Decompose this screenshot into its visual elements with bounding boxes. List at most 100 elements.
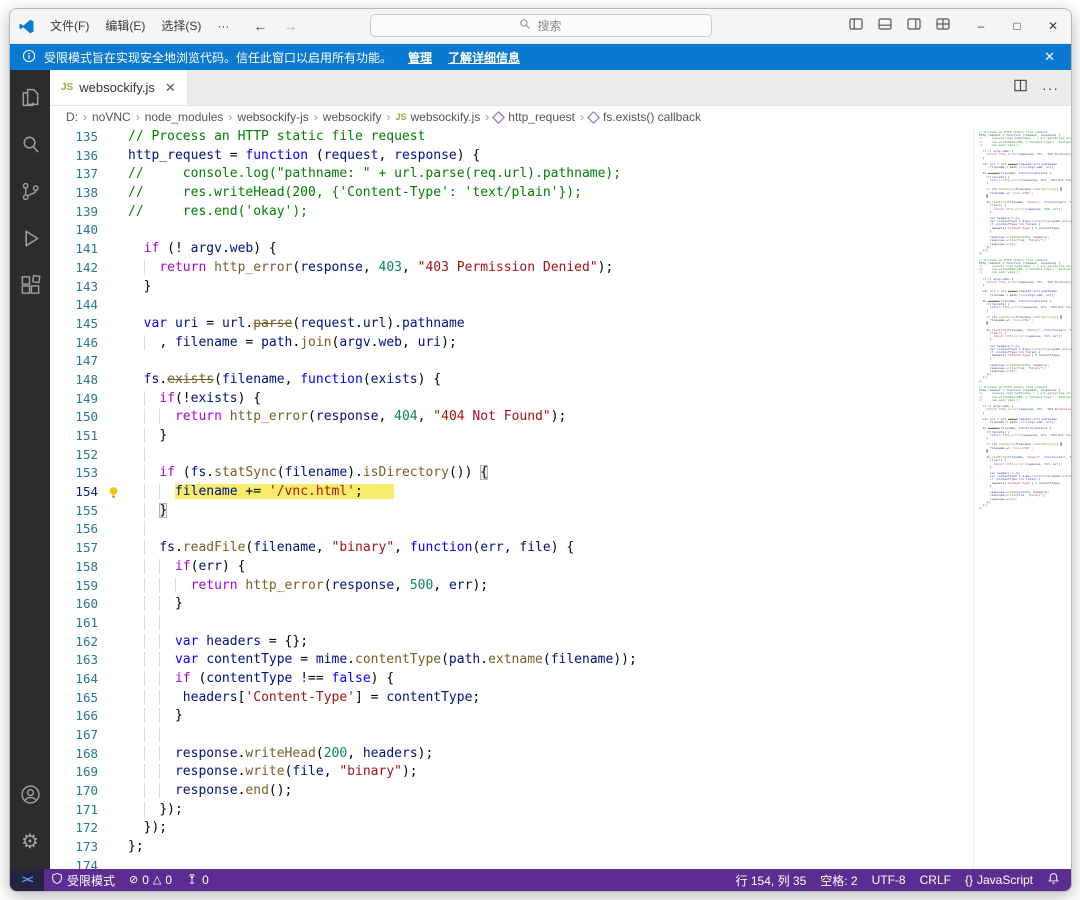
code-editor[interactable]: 135 // Process an HTTP static file reques…	[50, 128, 973, 869]
code-line[interactable]: 147	[50, 352, 973, 371]
code-line[interactable]: 141 if (! argv.web) {	[50, 240, 973, 259]
code-line[interactable]: 137 // console.log("pathname: " + url.par…	[50, 165, 973, 184]
code-line[interactable]: 169 response.write(file, "binary");	[50, 763, 973, 782]
line-number: 138	[75, 185, 98, 201]
code-line[interactable]: 150 return http_error(response, 404, "40…	[50, 408, 973, 427]
code-line[interactable]: 164 if (contentType !== false) {	[50, 670, 973, 689]
breadcrumb-item[interactable]: JS websockify.js	[395, 110, 480, 124]
glyph-margin	[98, 689, 128, 708]
code-line-text: response.writeHead(200, headers);	[128, 745, 433, 764]
code-line[interactable]: 157 fs.readFile(filename, "binary", func…	[50, 539, 973, 558]
code-line[interactable]: 158 if(err) {	[50, 558, 973, 577]
breadcrumb-item[interactable]: websockify-js	[237, 110, 308, 124]
explorer-icon[interactable]	[10, 74, 50, 121]
encoding[interactable]: UTF-8	[865, 869, 913, 891]
breadcrumb-item[interactable]: noVNC	[92, 110, 131, 124]
code-line[interactable]: 160 }	[50, 595, 973, 614]
code-line[interactable]: 171 });	[50, 801, 973, 820]
settings-gear-icon[interactable]: ⚙	[10, 818, 50, 865]
code-line-text: if (fs.statSync(filename).isDirectory())…	[128, 464, 489, 483]
code-line[interactable]: 152	[50, 446, 973, 465]
banner-close-icon[interactable]: ✕	[1040, 49, 1059, 65]
glyph-margin	[98, 502, 128, 521]
code-line[interactable]: 136 http_request = function (request, res…	[50, 147, 973, 166]
code-line[interactable]: 174	[50, 857, 973, 869]
tab-close-icon[interactable]: ✕	[165, 80, 176, 96]
code-line[interactable]: 165 headers['Content-Type'] = contentTyp…	[50, 689, 973, 708]
code-line[interactable]: 166 }	[50, 707, 973, 726]
breadcrumb-item[interactable]: D:	[66, 110, 78, 124]
glyph-margin	[98, 296, 128, 315]
maximize-button[interactable]: □	[999, 9, 1035, 43]
code-line[interactable]: 172 });	[50, 819, 973, 838]
minimap[interactable]: // Process an HTTP static file request ht…	[973, 128, 1071, 869]
code-line[interactable]: 153 if (fs.statSync(filename).isDirector…	[50, 464, 973, 483]
restricted-mode-indicator[interactable]: 受限模式	[44, 869, 122, 891]
code-line[interactable]: 144	[50, 296, 973, 315]
code-line[interactable]: 138 // res.writeHead(200, {'Content-Type'…	[50, 184, 973, 203]
menu-item-1[interactable]: 编辑(E)	[97, 9, 153, 43]
breadcrumb-item[interactable]: websockify	[323, 110, 382, 124]
ports-indicator[interactable]: 0	[179, 869, 216, 891]
code-line[interactable]: 170 response.end();	[50, 782, 973, 801]
lightbulb-icon[interactable]	[98, 483, 128, 502]
minimize-button[interactable]: –	[963, 9, 999, 43]
code-line[interactable]: 168 response.writeHead(200, headers);	[50, 745, 973, 764]
manage-link[interactable]: 管理	[408, 49, 432, 66]
breadcrumb-item[interactable]: http_request	[492, 110, 575, 124]
search-sidebar-icon[interactable]	[10, 121, 50, 168]
navigate-back-button[interactable]: ←	[253, 18, 267, 34]
code-line[interactable]: 162 var headers = {};	[50, 633, 973, 652]
code-line[interactable]: 146 , filename = path.join(argv.web, uri…	[50, 334, 973, 353]
code-line-text: }	[143, 278, 152, 294]
learn-more-link[interactable]: 了解详细信息	[448, 49, 520, 66]
eol[interactable]: CRLF	[913, 869, 958, 891]
code-line[interactable]: 148 fs.exists(filename, function(exists)…	[50, 371, 973, 390]
code-line[interactable]: 139 // res.end('okay');	[50, 203, 973, 222]
code-line[interactable]: 142 return http_error(response, 403, "40…	[50, 259, 973, 278]
source-control-icon[interactable]	[10, 168, 50, 215]
customize-layout-icon[interactable]	[935, 16, 951, 37]
navigate-forward-button[interactable]: →	[283, 18, 297, 34]
code-line[interactable]: 167	[50, 726, 973, 745]
code-line[interactable]: 151 }	[50, 427, 973, 446]
menu-item-0[interactable]: 文件(F)	[42, 9, 97, 43]
code-line[interactable]: 161	[50, 614, 973, 633]
problems-indicator[interactable]: ⊘ 0 △ 0	[122, 869, 179, 891]
breadcrumb-item[interactable]: fs.exists() callback	[587, 110, 701, 124]
code-line[interactable]: 173};	[50, 838, 973, 857]
code-line[interactable]: 140	[50, 221, 973, 240]
code-line[interactable]: 155 }	[50, 502, 973, 521]
more-actions-icon[interactable]: ···	[1042, 80, 1059, 96]
code-line[interactable]: 149 if(!exists) {	[50, 390, 973, 409]
code-line[interactable]: 145 var uri = url.parse(request.url).pat…	[50, 315, 973, 334]
tab-websockify-js[interactable]: JS websockify.js ✕	[50, 70, 188, 105]
code-line[interactable]: 154 filename += '/vnc.html';	[50, 483, 973, 502]
breadcrumb-item[interactable]: node_modules	[145, 110, 224, 124]
extensions-icon[interactable]	[10, 262, 50, 309]
code-line[interactable]: 159 return http_error(response, 500, err…	[50, 577, 973, 596]
code-line[interactable]: 163 var contentType = mime.contentType(p…	[50, 651, 973, 670]
toggle-secondary-sidebar-icon[interactable]	[906, 16, 922, 37]
code-line[interactable]: 156	[50, 520, 973, 539]
close-button[interactable]: ✕	[1035, 9, 1071, 43]
code-line[interactable]: 143 }	[50, 278, 973, 297]
indentation[interactable]: 空格: 2	[813, 869, 864, 891]
code-line-text: }	[128, 707, 183, 726]
code-line[interactable]: 135 // Process an HTTP static file reques…	[50, 128, 973, 147]
command-center-search[interactable]: 搜索	[369, 14, 712, 37]
account-icon[interactable]	[10, 771, 50, 818]
remote-indicator[interactable]: ><	[10, 869, 44, 891]
menu-item-3[interactable]: ···	[209, 9, 237, 43]
line-number: 155	[75, 502, 98, 518]
cursor-position[interactable]: 行 154, 列 35	[729, 869, 814, 891]
code-line-text: fs.exists(filename, function(exists) {	[143, 371, 442, 387]
notifications-bell[interactable]	[1040, 869, 1067, 891]
menu-item-2[interactable]: 选择(S)	[153, 9, 209, 43]
run-and-debug-icon[interactable]	[10, 215, 50, 262]
toggle-primary-sidebar-icon[interactable]	[848, 16, 864, 37]
toggle-panel-icon[interactable]	[877, 16, 893, 37]
language-mode[interactable]: {} JavaScript	[958, 869, 1040, 891]
split-editor-icon[interactable]	[1013, 78, 1028, 98]
line-number: 151	[75, 428, 98, 443]
